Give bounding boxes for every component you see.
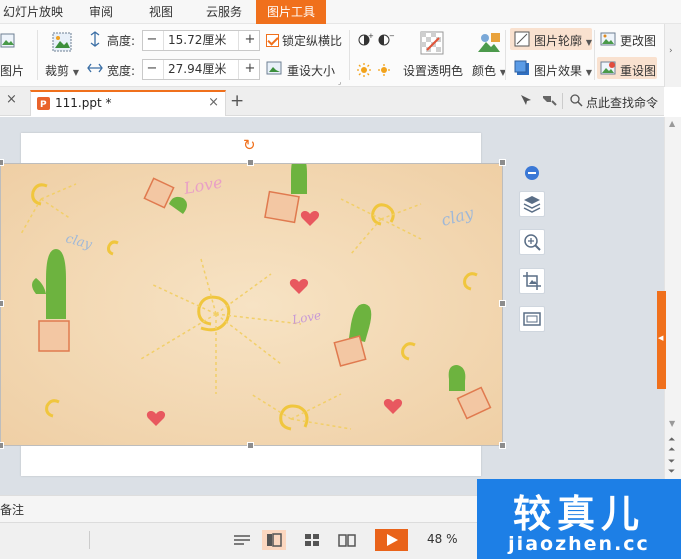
rotate-handle-icon[interactable]: ↻ [243, 138, 256, 153]
notes-label: 备注 [0, 503, 25, 517]
tab-picture-tools[interactable]: 图片工具 [256, 0, 326, 24]
side-panel-toggle[interactable]: ◀ [657, 291, 666, 389]
reset-picture-label[interactable]: 重设图 [620, 62, 656, 79]
picture-outline-icon[interactable] [514, 31, 530, 47]
collapse-toolbar-icon[interactable] [525, 166, 539, 180]
height-label: 高度: [107, 34, 136, 48]
format-tool-icon[interactable] [541, 93, 557, 110]
reset-size-label[interactable]: 重设大小 [287, 62, 335, 79]
reset-size-icon[interactable] [266, 60, 283, 76]
previous-slide-icon[interactable]: ⏶ ⏶ [668, 435, 675, 455]
scroll-down-icon[interactable]: ▼ [669, 419, 675, 428]
lock-ratio-label[interactable]: 锁定纵横比 [282, 32, 342, 49]
width-input[interactable]: 27.94厘米 [163, 60, 239, 79]
close-tab-icon[interactable]: × [208, 95, 219, 110]
scroll-up-icon[interactable]: ▲ [669, 119, 675, 128]
normal-view-button[interactable] [262, 530, 286, 550]
slide-sorter-button[interactable] [300, 530, 324, 550]
resize-handle-bottom[interactable] [247, 442, 254, 449]
zoom-in-icon [524, 234, 541, 251]
tab-close-prev-icon[interactable]: × [6, 92, 17, 107]
watermark-logo: 较真儿 jiaozhen.cc [477, 479, 681, 559]
crop-picture-button[interactable] [519, 268, 545, 294]
resize-handle-left[interactable] [0, 300, 4, 307]
picture-effect-label[interactable]: 图片效果 ▼ [534, 62, 592, 79]
lock-ratio-checkbox[interactable] [266, 34, 279, 47]
tab-view[interactable]: 视图 [138, 0, 184, 24]
picture-outline-label[interactable]: 图片轮廓 ▼ [534, 32, 592, 49]
contrast-icon[interactable]: + − [357, 32, 397, 48]
picture-effect-icon[interactable] [514, 60, 530, 76]
zoom-level[interactable]: 48 % [427, 532, 458, 546]
watermark-url: jiaozhen.cc [508, 533, 650, 555]
resize-handle-right[interactable] [499, 300, 506, 307]
resize-handle-bottom-right[interactable] [499, 442, 506, 449]
ribbon-scroll-arrow[interactable]: › [664, 24, 681, 87]
width-label: 宽度: [107, 64, 136, 78]
width-stepper[interactable]: − 27.94厘米 + [142, 59, 260, 80]
color-label[interactable]: 颜色 ▼ [472, 62, 506, 79]
picture-frame-button[interactable] [519, 306, 545, 332]
height-input[interactable]: 15.72厘米 [163, 31, 239, 50]
new-tab-icon[interactable]: + [230, 91, 244, 111]
svg-text:P: P [40, 100, 47, 110]
resize-handle-bottom-left[interactable] [0, 442, 4, 449]
reset-picture-icon[interactable] [600, 60, 616, 76]
resize-handle-top[interactable] [247, 159, 254, 166]
set-transparent-icon[interactable] [419, 30, 445, 56]
height-icon [88, 31, 102, 47]
document-tab[interactable]: P 111.ppt * × [30, 90, 226, 116]
crop-icon[interactable] [50, 30, 74, 54]
next-slide-icon[interactable]: ⏷ ⏷ [668, 457, 675, 477]
crop-label[interactable]: 裁剪 ▼ [45, 62, 79, 79]
selected-picture[interactable]: Love clay Love clay [0, 163, 503, 446]
frame-icon [523, 312, 541, 326]
width-increase-button[interactable]: + [241, 60, 259, 79]
width-decrease-button[interactable]: − [143, 60, 161, 79]
menu-bar: 幻灯片放映 审阅 视图 云服务 图片工具 [0, 0, 681, 24]
ppt-file-icon: P [36, 96, 51, 111]
resize-handle-top-left[interactable] [0, 159, 4, 166]
tab-slideshow[interactable]: 幻灯片放映 [0, 0, 66, 24]
search-icon[interactable] [569, 93, 583, 110]
set-transparent-label[interactable]: 设置透明色 [403, 62, 463, 79]
zoom-picture-button[interactable] [519, 229, 545, 255]
height-stepper[interactable]: − 15.72厘米 + [142, 30, 260, 51]
document-tab-bar: × P 111.ppt * × + 点此查找命令 [0, 87, 664, 116]
picture-icon[interactable] [0, 32, 16, 50]
document-name: 111.ppt * [55, 96, 112, 110]
insert-picture-label[interactable]: 图片 [0, 62, 24, 79]
cursor-tool-icon[interactable] [519, 93, 533, 110]
height-decrease-button[interactable]: − [143, 31, 161, 50]
reading-view-button[interactable] [335, 530, 359, 550]
search-command-label[interactable]: 点此查找命令 [586, 94, 658, 111]
brightness-icon[interactable] [357, 60, 397, 78]
width-icon [87, 61, 103, 75]
layers-button[interactable] [519, 191, 545, 217]
vertical-scrollbar[interactable]: ▲ ▼ ⏶ ⏶ ⏷ ⏷ [664, 117, 681, 495]
height-increase-button[interactable]: + [241, 31, 259, 50]
notes-toggle-icon[interactable] [230, 530, 254, 550]
svg-text:−: − [389, 32, 395, 40]
crop-tool-icon [523, 272, 541, 290]
layers-icon [523, 196, 541, 213]
resize-handle-top-right[interactable] [499, 159, 506, 166]
change-picture-label[interactable]: 更改图 [620, 32, 656, 49]
tab-review[interactable]: 审阅 [78, 0, 124, 24]
ribbon-toolbar: 图片 裁剪 ▼ 高度: − 15.72厘米 + 宽度: − 27.94厘米 + … [0, 24, 664, 87]
watermark-title: 较真儿 [512, 492, 645, 536]
play-slideshow-button[interactable] [375, 529, 408, 551]
color-icon[interactable] [476, 30, 502, 56]
tab-cloud-service[interactable]: 云服务 [196, 0, 252, 24]
svg-text:+: + [368, 32, 374, 40]
size-dialog-launcher-icon[interactable]: ⌟ [338, 78, 341, 86]
change-picture-icon[interactable] [600, 31, 616, 47]
